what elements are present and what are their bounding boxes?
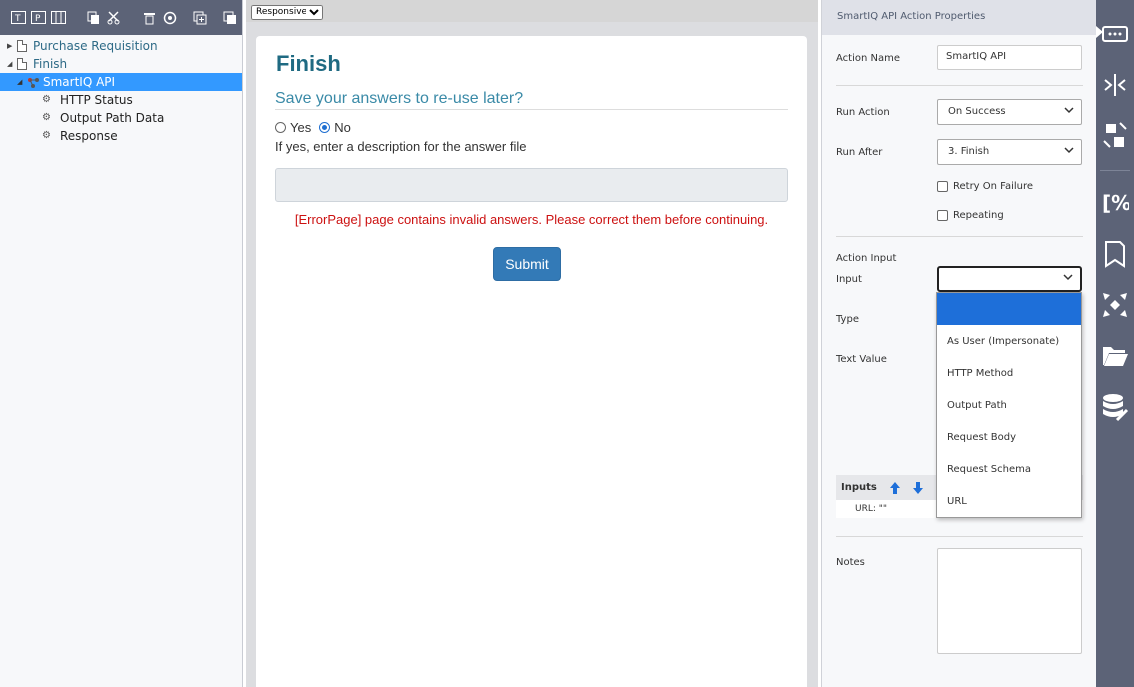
- repeating-label: Repeating: [953, 210, 1004, 221]
- form-card: Finish Save your answers to re-use later…: [256, 36, 807, 687]
- delete-icon[interactable]: [142, 10, 158, 26]
- radio-yes[interactable]: [275, 122, 286, 133]
- page-icon: [17, 58, 27, 70]
- page-icon[interactable]: P: [30, 10, 46, 26]
- database-icon[interactable]: [1096, 393, 1134, 423]
- tree-item-label: Output Path Data: [60, 111, 165, 125]
- dropdown-option-output-path[interactable]: Output Path: [937, 389, 1081, 421]
- add-page-icon[interactable]: [192, 10, 208, 26]
- dropdown-option-request-body[interactable]: Request Body: [937, 421, 1081, 453]
- tree-item-label: Purchase Requisition: [33, 39, 158, 53]
- left-panel: T P ▶ Purchase Requisition ◢ Finish ◢ Sm…: [0, 0, 243, 687]
- tree-item-purchase-requisition[interactable]: ▶ Purchase Requisition: [0, 37, 242, 55]
- chevron-down-icon: [1064, 107, 1074, 114]
- gears-icon: ⚙: [42, 112, 51, 123]
- run-after-label: Run After: [836, 147, 883, 158]
- move-down-icon[interactable]: [912, 481, 924, 495]
- preview-toolbar: Responsive: [246, 0, 818, 22]
- collapse-arrow-icon[interactable]: ◢: [17, 78, 25, 86]
- action-name-label: Action Name: [836, 53, 900, 64]
- chevron-down-icon: [1064, 147, 1074, 154]
- tree-item-label: Response: [60, 129, 118, 143]
- folder-icon[interactable]: [1096, 343, 1134, 369]
- svg-text:[%: [%: [1102, 191, 1129, 215]
- preview-pane: Responsive Finish Save your answers to r…: [246, 0, 818, 687]
- notes-textarea[interactable]: [937, 548, 1082, 654]
- merge-icon[interactable]: [1096, 72, 1134, 98]
- gears-icon: ⚙: [42, 94, 51, 105]
- radio-no-label: No: [334, 120, 351, 135]
- run-after-value: 3. Finish: [948, 146, 990, 157]
- tree-item-label: Finish: [33, 57, 68, 71]
- tree-item-output-path-data[interactable]: ⚙ Output Path Data: [0, 109, 242, 127]
- run-action-label: Run Action: [836, 107, 890, 118]
- svg-text:T: T: [14, 14, 21, 24]
- tree-item-http-status[interactable]: ⚙ HTTP Status: [0, 91, 242, 109]
- tree-item-response[interactable]: ⚙ Response: [0, 127, 242, 145]
- settings-icon[interactable]: [162, 10, 178, 26]
- right-icon-bar: [%: [1096, 0, 1134, 687]
- action-properties-icon[interactable]: [1096, 24, 1134, 44]
- layout-select[interactable]: Responsive: [251, 4, 323, 20]
- retry-on-failure-label: Retry On Failure: [953, 181, 1034, 192]
- checkbox-box[interactable]: [937, 210, 948, 221]
- tree-item-finish[interactable]: ◢ Finish: [0, 55, 242, 73]
- divider: [836, 85, 1083, 86]
- save-answers-radio-group: Yes No: [275, 120, 351, 135]
- dropdown-option-url[interactable]: URL: [937, 485, 1081, 517]
- radio-no[interactable]: [319, 122, 331, 133]
- page-title: Finish: [276, 51, 341, 76]
- page-icon: [17, 40, 27, 52]
- divider: [836, 536, 1083, 537]
- expand-arrow-icon[interactable]: ▶: [7, 42, 15, 50]
- input-label: Input: [836, 274, 862, 285]
- repeating-checkbox[interactable]: Repeating: [937, 210, 1004, 221]
- question-tree: ▶ Purchase Requisition ◢ Finish ◢ SmartI…: [0, 35, 242, 145]
- svg-text:P: P: [35, 14, 41, 24]
- columns-icon[interactable]: [50, 10, 66, 26]
- dropdown-option-empty[interactable]: [937, 293, 1081, 325]
- add-section-icon[interactable]: [222, 10, 238, 26]
- notes-label: Notes: [836, 557, 865, 568]
- error-message: [ErrorPage] page contains invalid answer…: [294, 212, 769, 227]
- action-input-label: Action Input: [836, 253, 897, 264]
- left-toolbar: T P: [0, 0, 242, 35]
- run-action-select[interactable]: On Success: [937, 99, 1082, 125]
- bookmark-icon[interactable]: [1096, 240, 1134, 268]
- properties-header: SmartIQ API Action Properties: [822, 0, 1096, 35]
- run-action-value: On Success: [948, 106, 1006, 117]
- api-action-icon: [27, 77, 40, 88]
- answer-file-hint: If yes, enter a description for the answ…: [275, 139, 527, 154]
- inputs-header-label: Inputs: [841, 482, 877, 493]
- tree-item-label: SmartIQ API: [43, 75, 116, 89]
- submit-button[interactable]: Submit: [493, 247, 561, 281]
- text-value-label: Text Value: [836, 354, 887, 365]
- move-up-icon[interactable]: [889, 481, 901, 495]
- chevron-down-icon: [1063, 274, 1073, 281]
- gears-icon: ⚙: [42, 130, 51, 141]
- run-after-select[interactable]: 3. Finish: [937, 139, 1082, 165]
- radio-yes-label: Yes: [290, 120, 312, 135]
- answer-file-description-input[interactable]: [275, 168, 788, 202]
- dropdown-option-request-schema[interactable]: Request Schema: [937, 453, 1081, 485]
- expand-icon[interactable]: [1096, 291, 1134, 319]
- cut-icon[interactable]: [106, 10, 122, 26]
- type-label: Type: [836, 314, 859, 325]
- copy-icon[interactable]: [86, 10, 102, 26]
- input-select[interactable]: [937, 266, 1082, 292]
- collapse-arrow-icon[interactable]: ◢: [7, 60, 15, 68]
- action-name-input[interactable]: SmartIQ API: [937, 45, 1082, 70]
- tree-item-label: HTTP Status: [60, 93, 133, 107]
- checkbox-box[interactable]: [937, 181, 948, 192]
- tree-item-smartiq-api[interactable]: ◢ SmartIQ API: [0, 73, 242, 91]
- percent-icon[interactable]: [%: [1096, 188, 1134, 216]
- question-text: Save your answers to re-use later?: [275, 90, 788, 110]
- divider: [836, 236, 1083, 237]
- text-field-icon[interactable]: T: [10, 10, 26, 26]
- dropdown-option-http-method[interactable]: HTTP Method: [937, 357, 1081, 389]
- dropdown-option-as-user[interactable]: As User (Impersonate): [937, 325, 1081, 357]
- input-dropdown-list: As User (Impersonate) HTTP Method Output…: [936, 292, 1082, 518]
- retry-on-failure-checkbox[interactable]: Retry On Failure: [937, 181, 1033, 192]
- split-icon[interactable]: [1096, 121, 1134, 149]
